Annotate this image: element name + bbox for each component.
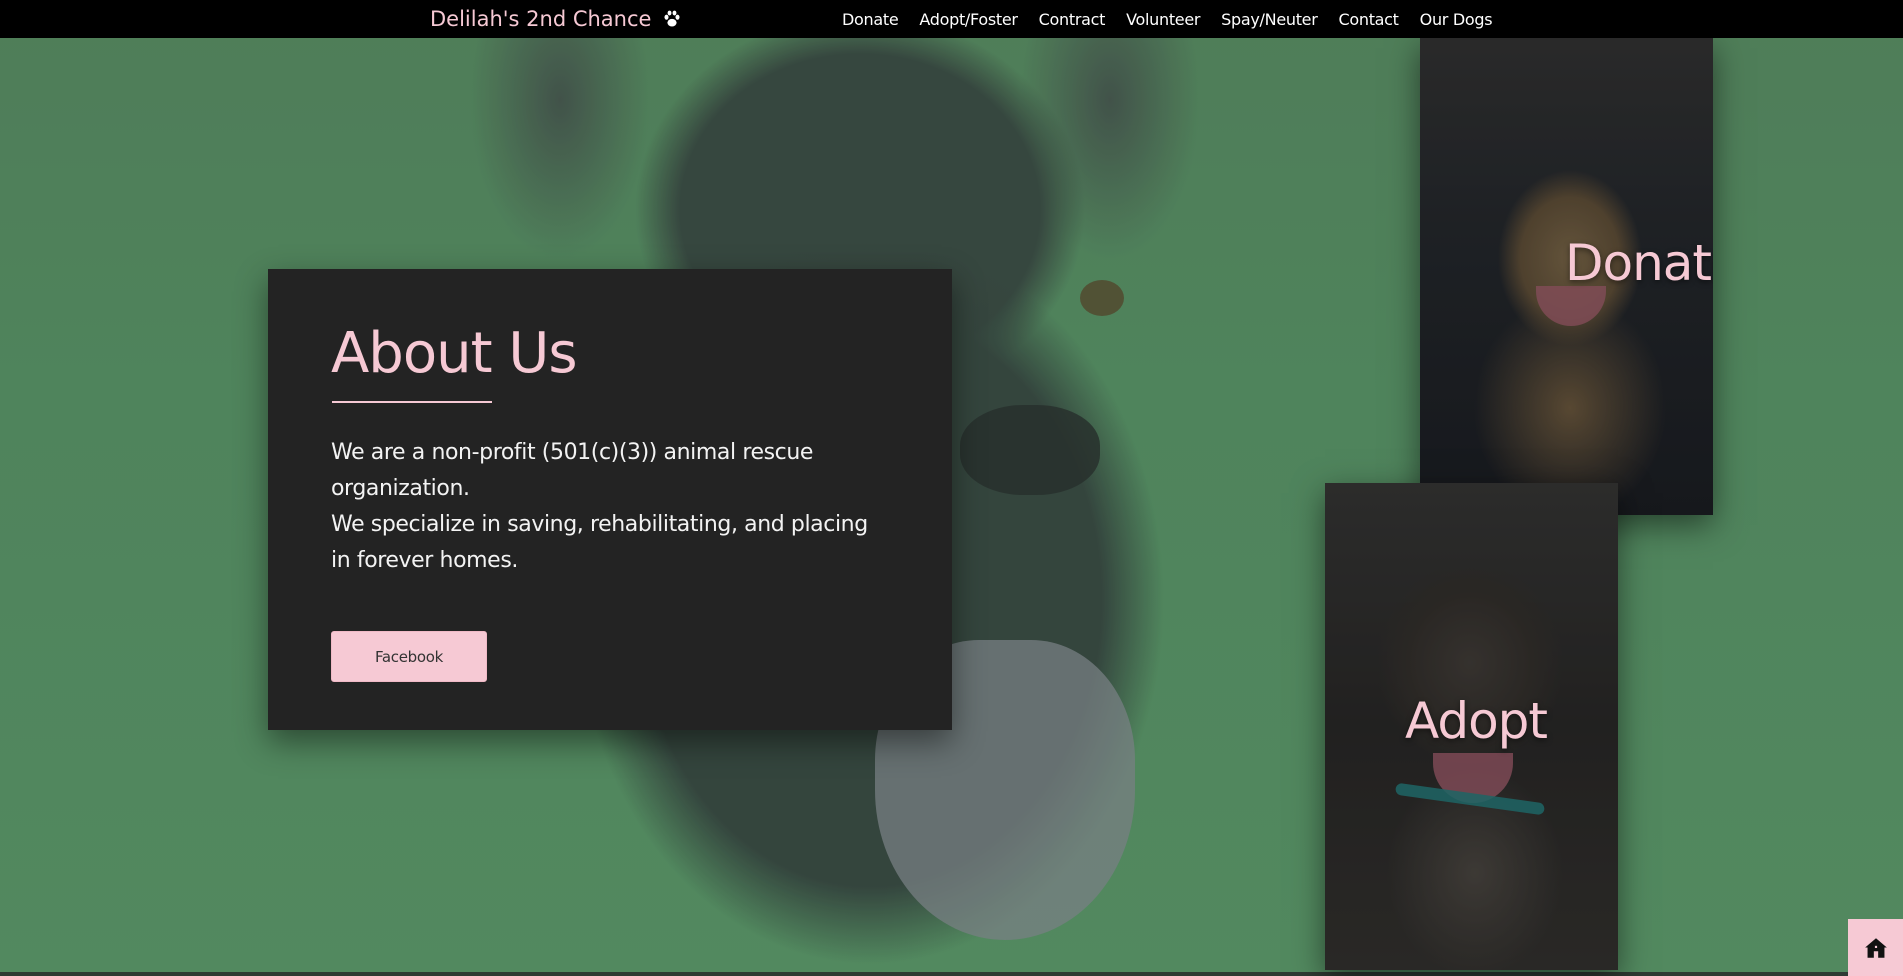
paw-icon [664, 10, 680, 27]
brand-link[interactable]: Delilah's 2nd Chance [430, 4, 683, 34]
bottom-edge [0, 972, 1903, 976]
nav-links: Donate Adopt/Foster Contract Volunteer S… [842, 0, 1493, 38]
adopt-tile[interactable]: Adopt [1325, 483, 1618, 970]
donate-tile[interactable]: Donate [1420, 38, 1713, 515]
nav-link-contact[interactable]: Contact [1339, 10, 1399, 29]
nav-link-volunteer[interactable]: Volunteer [1126, 10, 1200, 29]
facebook-button[interactable]: Facebook [331, 631, 487, 682]
home-icon [1864, 937, 1887, 958]
adopt-tile-label: Adopt [1405, 692, 1548, 750]
about-line: We specialize in saving, rehabilitating,… [331, 512, 868, 573]
about-line: We are a non-profit (501(c)(3)) animal r… [331, 440, 814, 501]
nav-link-contract[interactable]: Contract [1039, 10, 1106, 29]
home-button[interactable] [1848, 919, 1903, 976]
nav-link-donate[interactable]: Donate [842, 10, 899, 29]
about-title: About Us [331, 321, 578, 386]
background-dog-nose [960, 405, 1100, 495]
about-card: About Us We are a non-profit (501(c)(3))… [268, 269, 952, 730]
nav-link-adopt-foster[interactable]: Adopt/Foster [919, 10, 1018, 29]
brand-name: Delilah's 2nd Chance [430, 7, 652, 31]
donate-tile-label: Donate [1565, 234, 1713, 292]
about-description: We are a non-profit (501(c)(3)) animal r… [331, 435, 891, 579]
top-navbar: Delilah's 2nd Chance Donate Adopt/Foster… [0, 0, 1903, 38]
background-dog-eye [1080, 280, 1124, 316]
about-divider [332, 401, 492, 403]
nav-link-our-dogs[interactable]: Our Dogs [1420, 10, 1493, 29]
nav-link-spay-neuter[interactable]: Spay/Neuter [1221, 10, 1318, 29]
